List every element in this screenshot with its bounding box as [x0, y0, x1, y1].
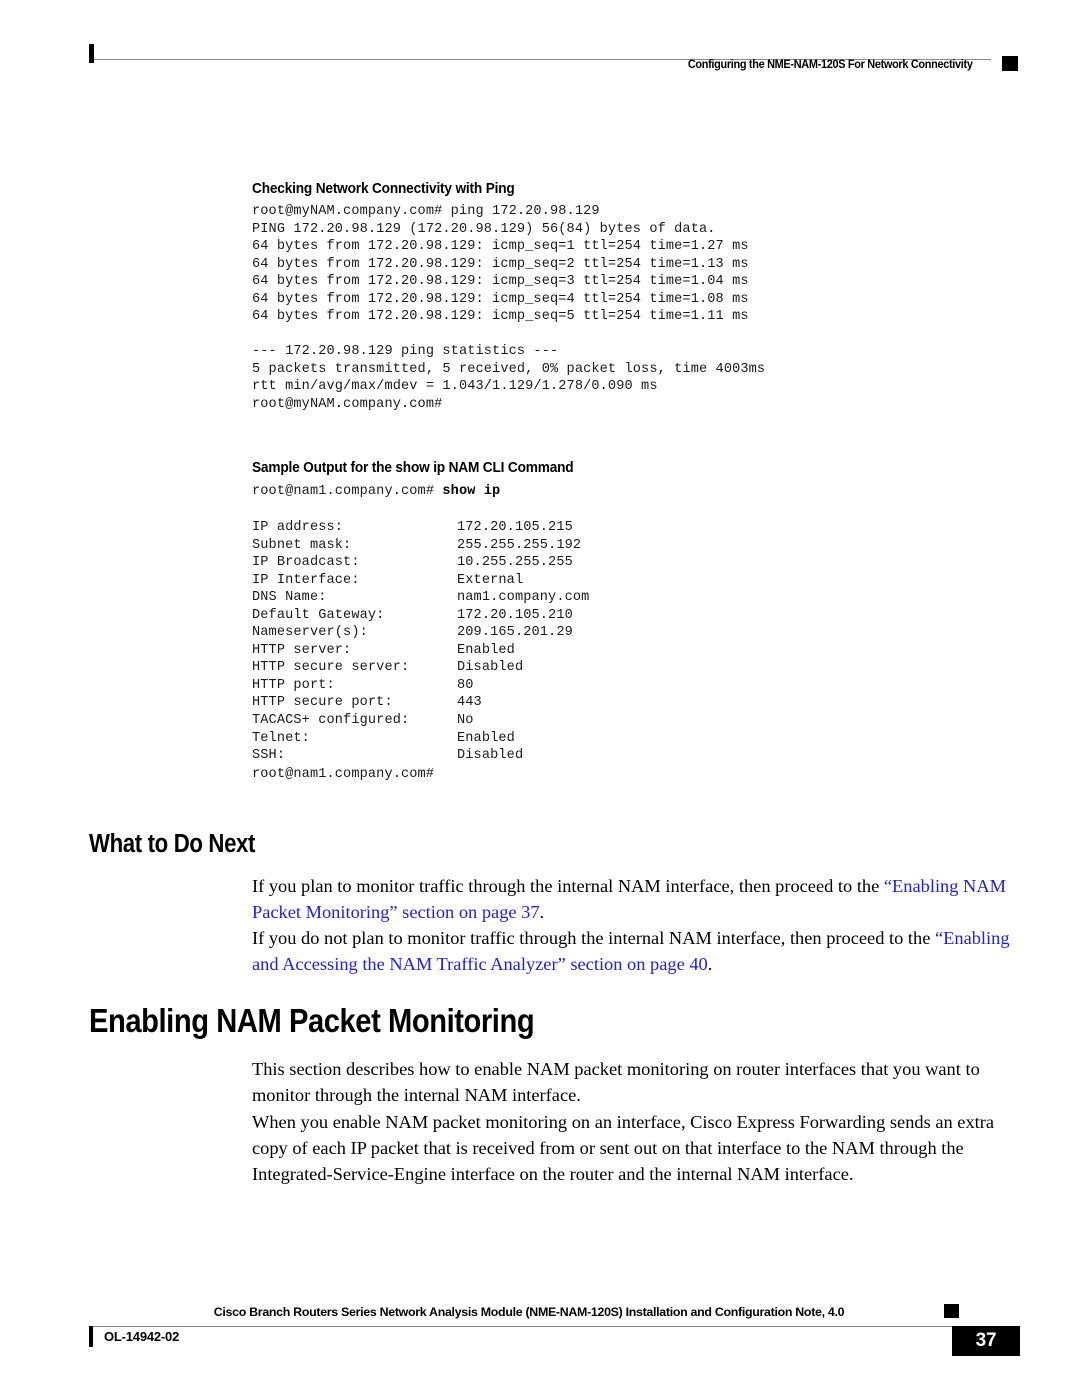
paragraph-lead-text: If you plan to monitor traffic through t…: [252, 876, 884, 896]
row-key: IP Interface:: [252, 572, 360, 588]
row-value: External: [457, 572, 524, 588]
footer-document-title: Cisco Branch Routers Series Network Anal…: [213, 1305, 845, 1319]
row-value: 172.20.105.215: [457, 520, 573, 535]
heading-enabling-nam-packet-monitoring: Enabling NAM Packet Monitoring: [89, 1003, 535, 1040]
header-title: Configuring the NME-NAM-120S For Network…: [688, 57, 973, 71]
row-key: SSH:: [252, 748, 286, 764]
enabling-paragraph-1: This section describes how to enable NAM…: [252, 1059, 980, 1105]
row-key: Subnet mask:: [252, 537, 352, 553]
row-value: 172.20.105.210: [457, 607, 573, 623]
header-tick-mark: [89, 44, 94, 63]
table-row: HTTP server: Enabled: [252, 642, 589, 660]
row-key: IP address:: [252, 520, 344, 535]
table-row: HTTP secure port: 443: [252, 694, 589, 712]
footer-square-marker: [944, 1304, 959, 1318]
what-to-do-next-paragraph-1: If you plan to monitor traffic through t…: [252, 874, 1020, 926]
table-row: Nameserver(s): 209.165.201.29: [252, 624, 589, 642]
show-ip-command-line: root@nam1.company.com# show ip: [252, 483, 500, 501]
row-value: Disabled: [457, 660, 524, 676]
running-footer: Cisco Branch Routers Series Network Anal…: [0, 1300, 1080, 1370]
row-key: HTTP server:: [252, 642, 352, 658]
table-row: DNS Name: nam1.company.com: [252, 589, 589, 607]
heading-what-to-do-next: What to Do Next: [89, 830, 256, 858]
row-key: Nameserver(s):: [252, 625, 368, 641]
table-row: SSH: Disabled: [252, 747, 589, 765]
row-key: DNS Name:: [252, 590, 327, 606]
show-ip-command: show ip: [442, 484, 501, 499]
row-key: IP Broadcast:: [252, 555, 360, 571]
row-value: 80: [457, 677, 474, 693]
what-to-do-next-paragraph-2: If you do not plan to monitor traffic th…: [252, 926, 1020, 978]
row-key: Telnet:: [252, 730, 310, 746]
table-row: Telnet: Enabled: [252, 730, 589, 748]
row-value: Enabled: [457, 730, 515, 746]
document-page: Configuring the NME-NAM-120S For Network…: [0, 0, 1080, 1397]
paragraph-tail-text: .: [707, 953, 713, 974]
row-value: Disabled: [457, 748, 524, 764]
heading-sample-output-show-ip: Sample Output for the show ip NAM CLI Co…: [252, 459, 574, 476]
heading-checking-network-connectivity-with-ping: Checking Network Connectivity with Ping: [252, 180, 515, 197]
row-key: Default Gateway:: [252, 607, 385, 623]
row-key: HTTP secure server:: [252, 660, 410, 676]
show-ip-trailing-prompt: root@nam1.company.com#: [252, 767, 435, 782]
row-value: 209.165.201.29: [457, 625, 573, 641]
footer-tick-mark: [89, 1326, 93, 1347]
page-number-badge: 37: [952, 1326, 1020, 1356]
footer-rule: [89, 1326, 969, 1327]
row-value: No: [457, 713, 474, 729]
row-key: TACACS+ configured:: [252, 713, 410, 729]
show-ip-output-rows: IP address: 172.20.105.215 Subnet mask: …: [252, 519, 589, 765]
row-value: 10.255.255.255: [457, 555, 573, 571]
table-row: IP Broadcast: 10.255.255.255: [252, 554, 589, 572]
ping-statistics-output: --- 172.20.98.129 ping statistics --- 5 …: [252, 344, 766, 412]
paragraph-tail-text: .: [539, 901, 545, 922]
table-row: IP address: 172.20.105.215: [252, 519, 589, 537]
table-row: HTTP port: 80: [252, 677, 589, 695]
show-ip-output-table: IP address: 172.20.105.215 Subnet mask: …: [252, 519, 589, 765]
running-header: Configuring the NME-NAM-120S For Network…: [0, 44, 1080, 78]
table-row: IP Interface: External: [252, 572, 589, 590]
header-square-marker: [1002, 56, 1018, 71]
row-key: HTTP secure port:: [252, 695, 393, 711]
table-row: Default Gateway: 172.20.105.210: [252, 607, 589, 625]
enabling-paragraph-2: When you enable NAM packet monitoring on…: [252, 1112, 995, 1184]
row-value: 443: [457, 695, 482, 711]
footer-document-id: OL-14942-02: [104, 1329, 180, 1344]
show-ip-prompt: root@nam1.company.com#: [252, 484, 443, 499]
table-row: HTTP secure server: Disabled: [252, 659, 589, 677]
ping-command-output: root@myNAM.company.com# ping 172.20.98.1…: [252, 204, 749, 325]
paragraph-lead-text: If you do not plan to monitor traffic th…: [252, 928, 935, 948]
row-value: Enabled: [457, 642, 515, 658]
row-key: HTTP port:: [252, 677, 335, 693]
row-value: 255.255.255.192: [457, 537, 582, 553]
table-row: Subnet mask: 255.255.255.192: [252, 537, 589, 555]
row-value: nam1.company.com: [457, 590, 590, 606]
table-row: TACACS+ configured: No: [252, 712, 589, 730]
